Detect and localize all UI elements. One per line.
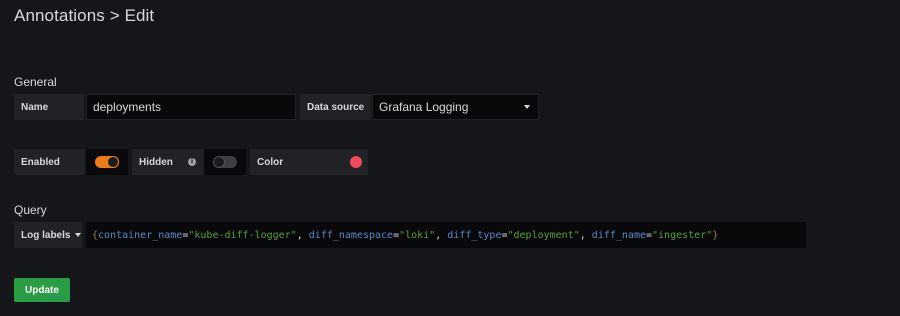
info-icon[interactable]: i: [188, 158, 196, 166]
log-labels-button[interactable]: Log labels: [14, 222, 82, 248]
page-title: Annotations > Edit: [14, 6, 155, 25]
query-token-op: ,: [296, 229, 309, 241]
chevron-down-icon: [75, 233, 82, 237]
name-input-value: deployments: [93, 100, 162, 114]
hidden-toggle[interactable]: [204, 149, 246, 175]
switch-knob: [108, 157, 118, 167]
query-token-punc: }: [712, 229, 719, 241]
query-token-key: diff_name: [591, 229, 646, 241]
hidden-label: Hidden: [139, 156, 173, 168]
datasource-label: Data source: [300, 94, 371, 120]
enabled-toggle[interactable]: [86, 149, 128, 175]
switch-knob: [214, 157, 224, 167]
query-token-str: "ingester": [652, 229, 713, 241]
datasource-select-value: Grafana Logging: [379, 100, 469, 114]
hidden-switch[interactable]: [213, 156, 237, 168]
query-token-op: ,: [579, 229, 592, 241]
query-token-str: "deployment": [507, 229, 580, 241]
chevron-down-icon: [524, 105, 530, 109]
query-editor[interactable]: {container_name = "kube-diff-logger", diff…: [86, 222, 806, 248]
update-button[interactable]: Update: [14, 278, 70, 302]
enabled-switch[interactable]: [95, 156, 119, 168]
color-label-cell: Color: [250, 149, 368, 175]
query-token-key: diff_type: [447, 229, 502, 241]
query-token-str: "kube-diff-logger": [188, 229, 297, 241]
section-title-query: Query: [14, 203, 47, 217]
name-input[interactable]: deployments: [86, 94, 296, 120]
section-title-general: General: [14, 75, 57, 89]
hidden-label-cell: Hidden i: [132, 149, 204, 175]
query-token-key: diff_namespace: [308, 229, 394, 241]
color-label: Color: [257, 156, 284, 168]
query-token-op: ,: [435, 229, 448, 241]
enabled-label: Enabled: [14, 149, 85, 175]
log-labels-label: Log labels: [21, 229, 71, 241]
annotation-edit-page: Annotations > Edit General Name deployme…: [0, 0, 900, 316]
color-picker-swatch[interactable]: [350, 156, 362, 168]
query-token-str: "loki": [399, 229, 436, 241]
name-label: Name: [14, 94, 84, 120]
query-token-key: container_name: [98, 229, 183, 241]
datasource-select[interactable]: Grafana Logging: [372, 94, 539, 120]
